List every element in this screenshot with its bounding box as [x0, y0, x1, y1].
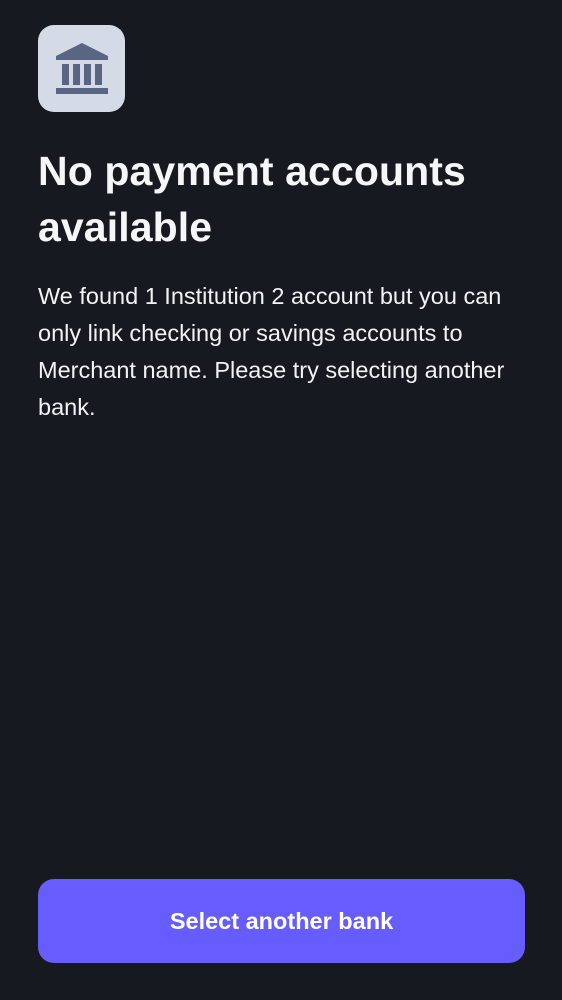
select-another-bank-button[interactable]: Select another bank: [38, 879, 525, 963]
no-accounts-screen: No payment accounts available We found 1…: [0, 0, 562, 1000]
page-title: No payment accounts available: [38, 148, 466, 250]
bank-icon-tile: [38, 25, 125, 112]
info-message: We found 1 Institution 2 account but you…: [38, 283, 505, 420]
bank-icon: [53, 40, 111, 98]
